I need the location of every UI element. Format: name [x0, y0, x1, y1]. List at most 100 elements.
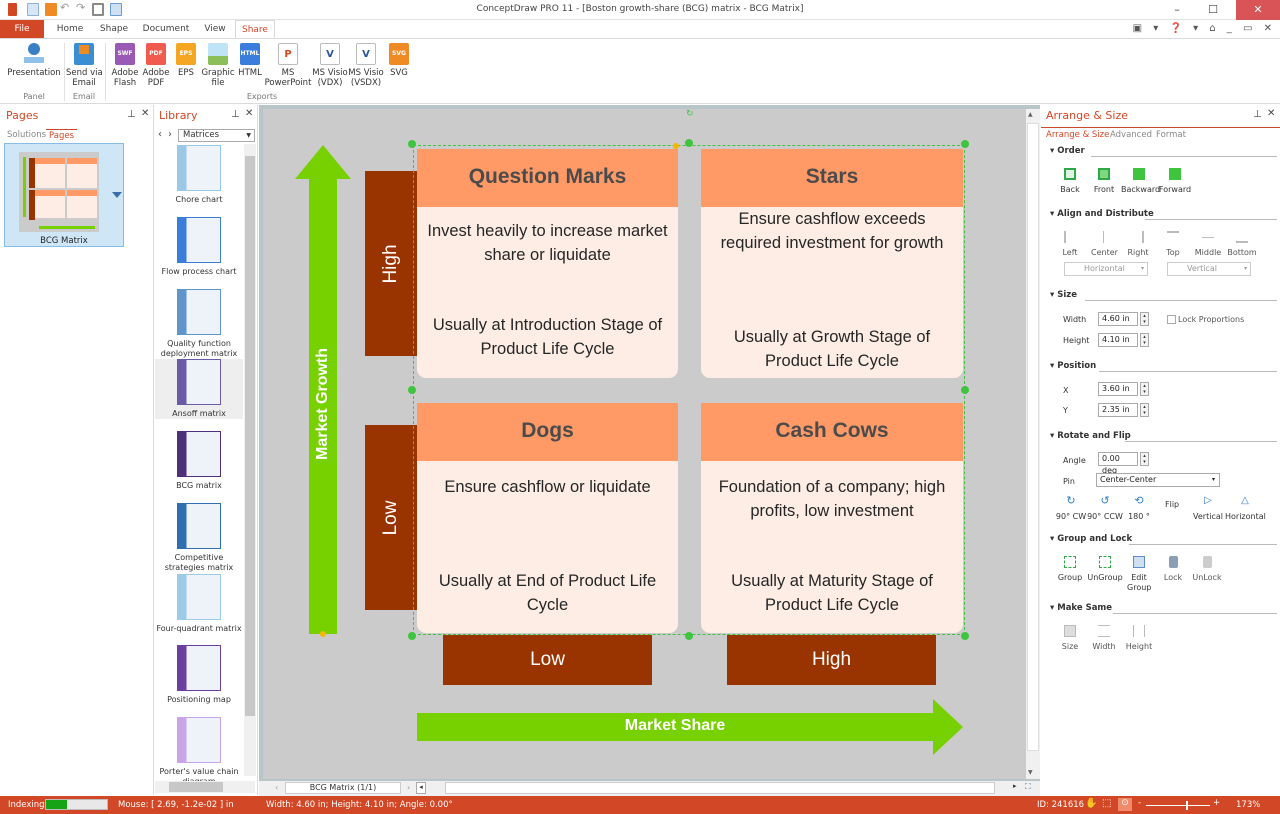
section-group-lock[interactable]: ▾ Group and Lock: [1050, 534, 1132, 544]
bring-forward-button[interactable]: Forward: [1157, 168, 1193, 195]
close-panel-icon[interactable]: ✕: [245, 108, 253, 119]
tab-share[interactable]: Share: [235, 20, 275, 38]
angle-spinner[interactable]: ▴ ▾: [1140, 452, 1149, 466]
library-next-icon[interactable]: ›: [168, 129, 172, 140]
quadrant-cash-cows-body[interactable]: Foundation of a company; high profits, l…: [701, 461, 963, 633]
fit-page-icon[interactable]: ⛶: [1025, 782, 1031, 792]
flip-horizontal-button[interactable]: △ Horizontal: [1225, 495, 1266, 522]
section-order[interactable]: ▾ Order: [1050, 146, 1085, 156]
hand-tool-icon[interactable]: ✋: [1085, 798, 1097, 809]
ribbon-right-controls[interactable]: ▣ ▾ ❓ ▾ ⌂ _ ▭ ✕: [1133, 23, 1276, 34]
quadrant-cash-cows-header[interactable]: Cash Cows: [701, 403, 963, 461]
horizontal-scrollbar[interactable]: [445, 782, 995, 794]
html-button[interactable]: HTML HTML: [236, 43, 264, 79]
y-level-low[interactable]: Low: [365, 425, 417, 610]
prev-page-icon[interactable]: ‹: [275, 783, 278, 792]
svg-button[interactable]: SVG SVG: [386, 43, 412, 79]
page-menu-chevron-icon[interactable]: [112, 192, 122, 198]
library-prev-icon[interactable]: ‹: [158, 129, 162, 140]
zoom-slider[interactable]: [1146, 801, 1210, 810]
x-level-low[interactable]: Low: [443, 635, 652, 685]
align-center-button[interactable]: Center: [1091, 231, 1118, 258]
tab-document[interactable]: Document: [140, 20, 192, 38]
quadrant-dogs-header[interactable]: Dogs: [417, 403, 678, 461]
pin-icon[interactable]: ⊥: [231, 109, 240, 120]
library-item[interactable]: Flow process chart: [155, 217, 243, 277]
tab-file[interactable]: File: [0, 20, 44, 38]
rotate-handle-icon[interactable]: ↻: [686, 109, 694, 119]
minimize-button[interactable]: –: [1162, 0, 1192, 20]
library-scrollbar[interactable]: [244, 144, 256, 776]
next-page-icon[interactable]: ›: [407, 783, 410, 792]
library-select[interactable]: Matrices ▼: [178, 129, 255, 142]
ms-visio-vdx-button[interactable]: V MS Visio (VDX): [312, 43, 348, 88]
tab-view[interactable]: View: [198, 20, 232, 38]
group-button[interactable]: Group: [1057, 556, 1083, 583]
zoom-in-button[interactable]: +: [1213, 798, 1220, 808]
make-same-height-button[interactable]: Height: [1125, 625, 1153, 652]
x-spinner[interactable]: ▴ ▾: [1140, 382, 1149, 396]
bring-to-front-button[interactable]: Front: [1091, 168, 1117, 195]
section-make-same[interactable]: ▾ Make Same: [1050, 603, 1112, 613]
adobe-pdf-button[interactable]: PDF Adobe PDF: [141, 43, 171, 88]
pin-select[interactable]: Center-Center ▾: [1096, 473, 1220, 487]
resize-handle[interactable]: [408, 632, 416, 640]
quadrant-question-marks-header[interactable]: Question Marks: [417, 149, 678, 207]
y-input[interactable]: 2.35 in: [1098, 403, 1138, 417]
library-item[interactable]: Ansoff matrix: [155, 359, 243, 419]
lock-button[interactable]: Lock: [1161, 556, 1185, 583]
send-via-email-button[interactable]: Send via Email: [66, 43, 103, 88]
zoom-selection-icon[interactable]: ⬚: [1102, 798, 1111, 809]
send-to-back-button[interactable]: Back: [1057, 168, 1083, 195]
presentation-button[interactable]: Presentation: [6, 43, 62, 79]
page-thumbnail-bcg-matrix[interactable]: BCG Matrix: [4, 143, 124, 247]
eps-button[interactable]: EPS EPS: [172, 43, 200, 79]
x-level-high[interactable]: High: [727, 635, 936, 685]
vertical-scrollbar[interactable]: ▲ ▼: [1026, 109, 1040, 779]
library-item[interactable]: Chore chart: [155, 145, 243, 205]
x-input[interactable]: 3.60 in: [1098, 382, 1138, 396]
graphic-file-button[interactable]: Graphic file: [201, 43, 235, 88]
ms-powerpoint-button[interactable]: P MS PowerPoint: [264, 43, 312, 88]
library-item[interactable]: Quality function deployment matrix: [155, 289, 243, 359]
make-same-width-button[interactable]: Width: [1091, 625, 1117, 652]
library-item[interactable]: BCG matrix: [155, 431, 243, 491]
tab-pages[interactable]: Pages: [46, 129, 78, 141]
resize-handle[interactable]: [961, 632, 969, 640]
library-item[interactable]: Four-quadrant matrix: [155, 574, 243, 634]
lock-proportions-checkbox[interactable]: [1167, 315, 1176, 324]
close-panel-icon[interactable]: ✕: [1267, 108, 1275, 119]
y-level-high[interactable]: High: [365, 171, 417, 356]
quadrant-stars-header[interactable]: Stars: [701, 149, 963, 207]
tab-arrange-size[interactable]: Arrange & Size: [1043, 129, 1112, 141]
align-right-button[interactable]: Right: [1125, 231, 1151, 258]
section-align-distribute[interactable]: ▾ Align and Distribute: [1050, 209, 1154, 219]
rotate-90-cw-button[interactable]: ↻ 90° CW: [1055, 495, 1087, 522]
make-same-size-button[interactable]: Size: [1057, 625, 1083, 652]
resize-handle[interactable]: [685, 139, 693, 147]
close-panel-icon[interactable]: ✕: [141, 108, 149, 119]
distribute-horizontal-select[interactable]: Horizontal ▾: [1064, 262, 1148, 276]
width-input[interactable]: 4.60 in: [1098, 312, 1138, 326]
resize-handle[interactable]: [961, 386, 969, 394]
tab-shape[interactable]: Shape: [94, 20, 134, 38]
y-spinner[interactable]: ▴ ▾: [1140, 403, 1149, 417]
quadrant-dogs-body[interactable]: Ensure cashflow or liquidate Usually at …: [417, 461, 678, 633]
send-backward-button[interactable]: Backward: [1121, 168, 1160, 195]
section-size[interactable]: ▾ Size: [1050, 290, 1077, 300]
control-point[interactable]: [673, 143, 679, 149]
unlock-button[interactable]: UnLock: [1191, 556, 1223, 583]
ungroup-button[interactable]: UnGroup: [1087, 556, 1123, 583]
flip-vertical-button[interactable]: ▷ Vertical: [1191, 495, 1225, 522]
rotate-180-button[interactable]: ⟲ 180 °: [1125, 495, 1153, 522]
section-position[interactable]: ▾ Position: [1050, 361, 1096, 371]
pin-icon[interactable]: ⊥: [1253, 109, 1262, 120]
drawing-canvas[interactable]: Market Growth High Low Question Marks In…: [263, 109, 1026, 779]
pin-icon[interactable]: ⊥: [127, 109, 136, 120]
library-item[interactable]: Competitive strategies matrix: [155, 503, 243, 573]
align-bottom-button[interactable]: Bottom: [1227, 231, 1257, 258]
scroll-left-icon[interactable]: ◂: [416, 782, 426, 794]
zoom-out-button[interactable]: -: [1138, 798, 1141, 808]
zoom-fit-icon[interactable]: ⊙: [1118, 798, 1132, 811]
align-left-button[interactable]: Left: [1057, 231, 1083, 258]
